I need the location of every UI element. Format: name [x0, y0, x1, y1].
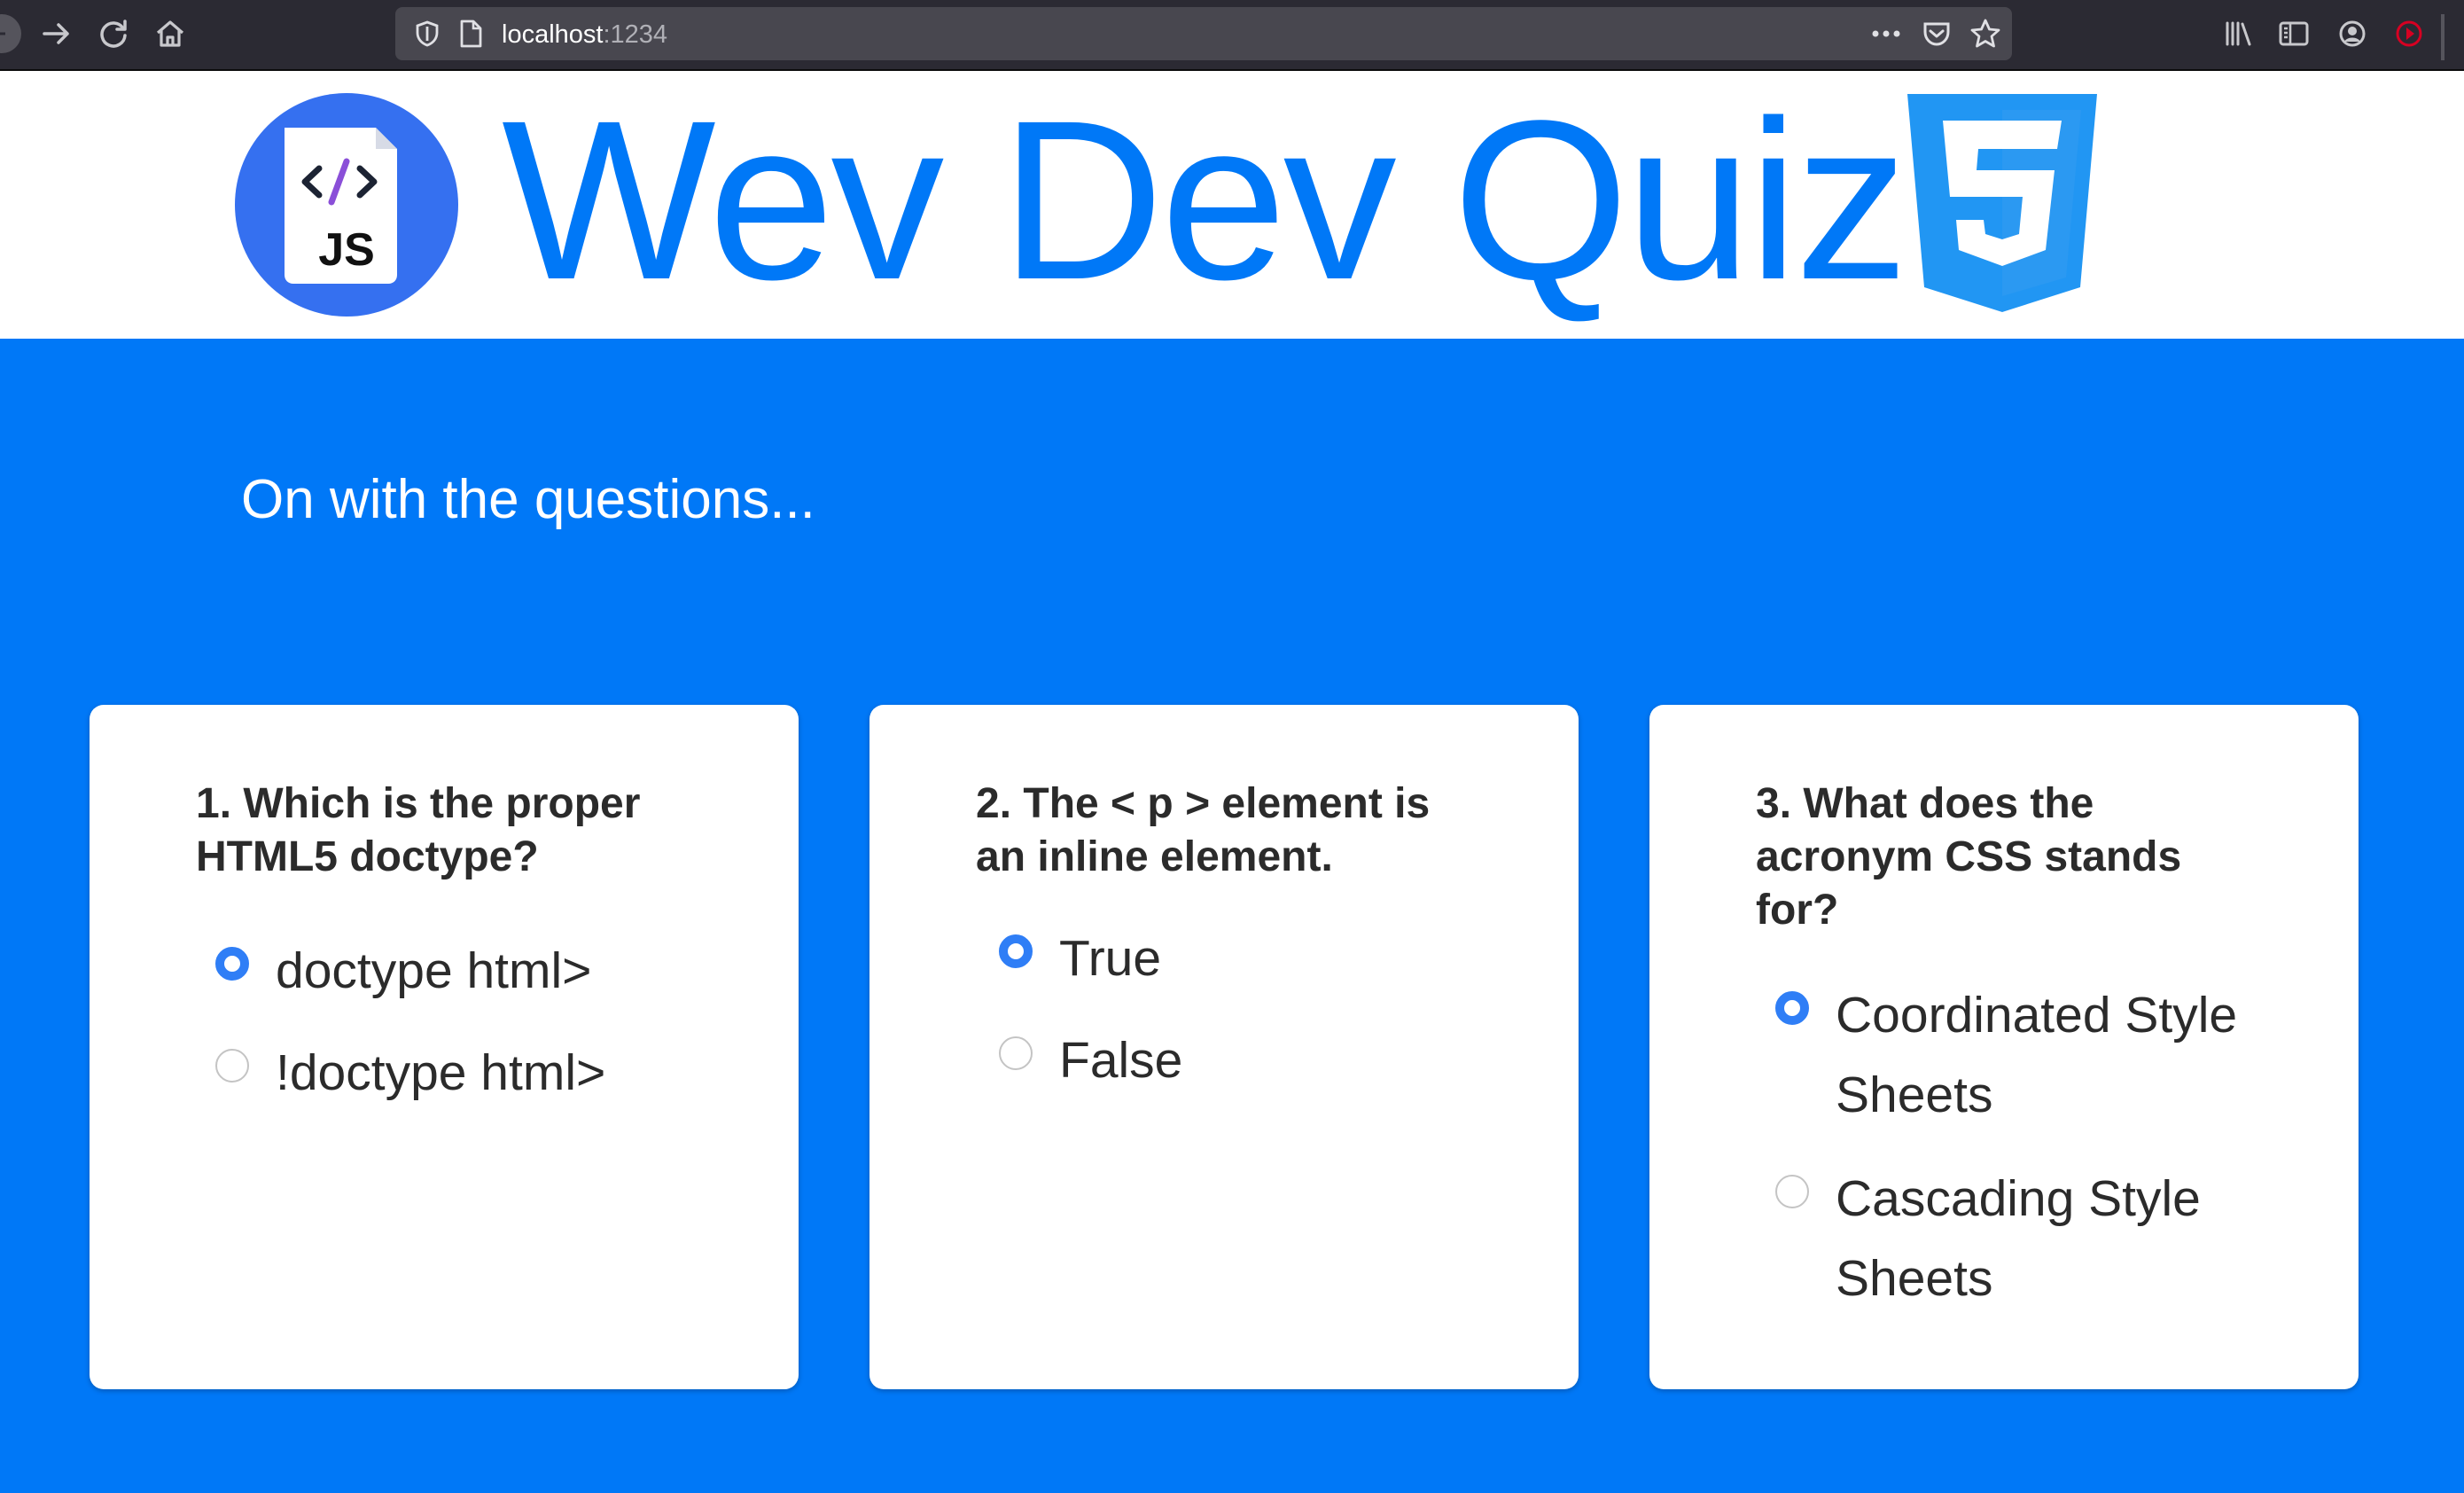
question-card-1: 1. Which is the proper HTML5 doctype? do… — [90, 705, 799, 1389]
radio-button-checked[interactable] — [1775, 991, 1809, 1025]
css3-logo — [1907, 94, 2097, 312]
question-text: 1. Which is the proper HTML5 doctype? — [196, 780, 641, 880]
question-text: 3. What does the acronym CSS stands for? — [1756, 780, 2182, 934]
more-actions-icon[interactable] — [1870, 20, 1902, 52]
extension-icon[interactable] — [2388, 12, 2430, 55]
bookmark-star-icon[interactable] — [1969, 18, 2001, 54]
radio-button[interactable] — [999, 1036, 1033, 1070]
answer-option[interactable]: True — [999, 918, 1161, 998]
url-text[interactable]: localhost:1234 — [502, 20, 667, 50]
answer-option[interactable]: Cascading Style Sheets — [1775, 1159, 2272, 1318]
account-icon[interactable] — [2331, 12, 2374, 55]
browser-toolbar: localhost:1234 — [0, 0, 2464, 71]
url-port: :1234 — [603, 20, 668, 49]
answer-label: Coordinated Style Sheets — [1836, 987, 2238, 1123]
js-logo-text: JS — [318, 224, 375, 276]
tracking-shield-icon[interactable] — [413, 20, 441, 52]
question-card-3: 3. What does the acronym CSS stands for?… — [1649, 705, 2359, 1389]
url-bar[interactable]: localhost:1234 — [395, 7, 2012, 60]
answer-label: True — [1059, 930, 1162, 987]
answer-label: doctype html> — [276, 942, 592, 999]
answer-option[interactable]: doctype html> — [215, 931, 591, 1011]
question-card-2: 2. The < p > element is an inline elemen… — [869, 705, 1579, 1389]
answer-label: Cascading Style Sheets — [1836, 1170, 2201, 1307]
radio-button-checked[interactable] — [215, 947, 249, 981]
radio-button[interactable] — [215, 1049, 249, 1083]
url-host: localhost — [502, 20, 604, 49]
back-icon[interactable] — [0, 12, 27, 55]
answer-label: !doctype html> — [276, 1044, 606, 1101]
section-subheading: On with the questions... — [241, 469, 815, 530]
page-icon — [457, 19, 484, 53]
sidebar-icon[interactable] — [2273, 12, 2315, 55]
js-logo: JS — [234, 92, 459, 317]
answer-label: False — [1059, 1032, 1183, 1089]
pocket-icon[interactable] — [1922, 19, 1952, 53]
toolbar-divider — [2441, 14, 2445, 60]
radio-button[interactable] — [1775, 1175, 1809, 1208]
site-header: JS Wev Dev Quiz — [0, 71, 2464, 339]
radio-button-checked[interactable] — [999, 934, 1033, 968]
home-icon[interactable] — [149, 12, 191, 55]
page-title: Wev Dev Quiz — [502, 74, 1908, 327]
forward-icon[interactable] — [35, 12, 78, 55]
answer-option[interactable]: !doctype html> — [215, 1033, 605, 1113]
answer-option[interactable]: Coordinated Style Sheets — [1775, 975, 2272, 1135]
reload-icon[interactable] — [92, 12, 135, 55]
question-text: 2. The < p > element is an inline elemen… — [976, 780, 1431, 880]
answer-option[interactable]: False — [999, 1020, 1182, 1100]
library-icon[interactable] — [2218, 12, 2260, 55]
